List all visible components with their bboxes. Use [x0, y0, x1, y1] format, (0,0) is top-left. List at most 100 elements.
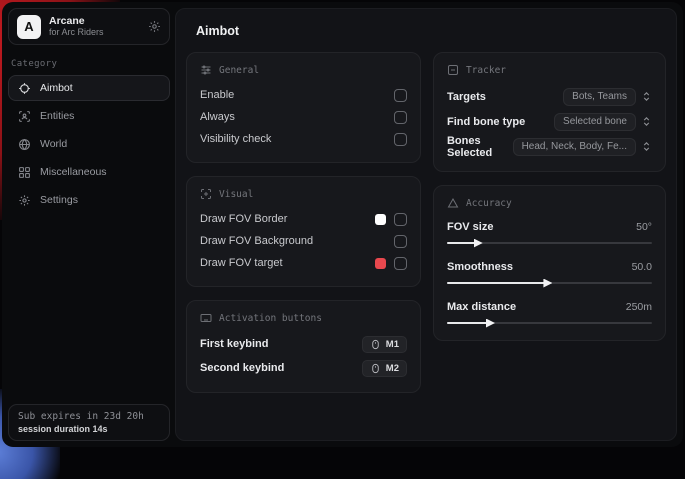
- smoothness-slider[interactable]: [447, 278, 652, 288]
- mouse-icon: [370, 363, 381, 374]
- fov-target-checkbox[interactable]: [394, 257, 407, 270]
- setting-row-fov-target: Draw FOV target: [200, 252, 407, 274]
- globe-icon: [18, 138, 31, 151]
- setting-label: Find bone type: [447, 116, 525, 128]
- setting-row-fov-background: Draw FOV Background: [200, 230, 407, 252]
- unfold-more-icon[interactable]: [641, 116, 652, 127]
- enable-checkbox[interactable]: [394, 89, 407, 102]
- slider-thumb-icon[interactable]: [486, 319, 495, 328]
- app-logo: A: [17, 15, 41, 39]
- sidebar-item-label: Aimbot: [40, 82, 73, 94]
- setting-label: Max distance: [447, 301, 516, 313]
- setting-label: Draw FOV target: [200, 257, 283, 269]
- sidebar-item-world[interactable]: World: [8, 131, 170, 157]
- setting-row-visibility-check: Visibility check: [200, 128, 407, 150]
- card-title: General: [219, 65, 259, 76]
- triangle-icon: [447, 197, 459, 209]
- visual-card: Visual Draw FOV Border Draw FOV Backgrou…: [186, 176, 421, 287]
- setting-row-find-bone-type: Find bone type Selected bone: [447, 109, 652, 134]
- card-title: Visual: [219, 189, 253, 200]
- card-title: Accuracy: [466, 198, 512, 209]
- sidebar-item-aimbot[interactable]: Aimbot: [8, 75, 170, 101]
- sidebar-item-entities[interactable]: Entities: [8, 103, 170, 129]
- slider-thumb-icon[interactable]: [543, 279, 552, 288]
- setting-row-enable: Enable: [200, 84, 407, 106]
- sidebar-item-label: Miscellaneous: [40, 166, 107, 178]
- max-distance-value: 250m: [626, 301, 652, 313]
- setting-label: Draw FOV Background: [200, 235, 313, 247]
- setting-label: Always: [200, 111, 235, 123]
- slider-thumb-icon[interactable]: [474, 239, 483, 248]
- setting-row-always: Always: [200, 106, 407, 128]
- sidebar-nav: Aimbot Entities World Miscellaneous: [8, 75, 170, 213]
- gear-icon[interactable]: [148, 20, 161, 33]
- fov-size-slider[interactable]: [447, 238, 652, 248]
- entities-scan-icon: [18, 110, 31, 123]
- setting-label: Draw FOV Border: [200, 213, 287, 225]
- fov-background-checkbox[interactable]: [394, 235, 407, 248]
- setting-row-first-keybind: First keybind M1: [200, 332, 407, 356]
- sidebar-item-label: World: [40, 138, 67, 150]
- bones-selected-select[interactable]: Head, Neck, Body, Fe...: [513, 138, 636, 156]
- setting-label: FOV size: [447, 221, 493, 233]
- find-bone-type-select[interactable]: Selected bone: [554, 113, 636, 131]
- fov-border-checkbox[interactable]: [394, 213, 407, 226]
- main-panel: Aimbot General Enable: [175, 8, 677, 441]
- fov-border-color-swatch[interactable]: [375, 214, 386, 225]
- setting-label: Smoothness: [447, 261, 513, 273]
- general-card: General Enable Always Visibility check: [186, 52, 421, 163]
- grid-icon: [18, 166, 31, 179]
- crosshair-icon: [18, 82, 31, 95]
- app-subtitle: for Arc Riders: [49, 27, 140, 37]
- unfold-more-icon[interactable]: [641, 141, 652, 152]
- mouse-icon: [370, 339, 381, 350]
- sidebar-item-label: Entities: [40, 110, 74, 122]
- setting-row-fov-size: FOV size 50°: [447, 217, 652, 248]
- sidebar-item-miscellaneous[interactable]: Miscellaneous: [8, 159, 170, 185]
- keybind-value: M2: [386, 363, 399, 374]
- setting-row-fov-border: Draw FOV Border: [200, 208, 407, 230]
- setting-row-targets: Targets Bots, Teams: [447, 84, 652, 109]
- sliders-icon: [200, 64, 212, 76]
- accuracy-card: Accuracy FOV size 50°: [433, 185, 666, 341]
- category-label: Category: [11, 59, 170, 69]
- second-keybind-button[interactable]: M2: [362, 360, 407, 377]
- smoothness-value: 50.0: [632, 261, 652, 273]
- keybind-value: M1: [386, 339, 399, 350]
- fov-size-value: 50°: [636, 221, 652, 233]
- fov-target-color-swatch[interactable]: [375, 258, 386, 269]
- logo-card[interactable]: A Arcane for Arc Riders: [8, 8, 170, 45]
- first-keybind-button[interactable]: M1: [362, 336, 407, 353]
- sidebar: A Arcane for Arc Riders Category Aimbot: [8, 8, 170, 441]
- setting-label: Second keybind: [200, 362, 284, 374]
- visibility-check-checkbox[interactable]: [394, 133, 407, 146]
- unfold-more-icon[interactable]: [641, 91, 652, 102]
- activation-card: Activation buttons First keybind M1 Seco…: [186, 300, 421, 393]
- card-title: Tracker: [466, 65, 506, 76]
- setting-row-bones-selected: Bones Selected Head, Neck, Body, Fe...: [447, 134, 652, 159]
- sub-expires-text: Sub expires in 23d 20h: [18, 411, 160, 422]
- focus-plus-icon: [200, 188, 212, 200]
- sidebar-item-label: Settings: [40, 194, 78, 206]
- setting-label: First keybind: [200, 338, 268, 350]
- setting-label: Bones Selected: [447, 135, 513, 159]
- page-title: Aimbot: [176, 9, 676, 38]
- app-name: Arcane: [49, 15, 140, 27]
- max-distance-slider[interactable]: [447, 318, 652, 328]
- box-minus-icon: [447, 64, 459, 76]
- gear-icon: [18, 194, 31, 207]
- setting-label: Visibility check: [200, 133, 271, 145]
- targets-select[interactable]: Bots, Teams: [563, 88, 636, 106]
- session-duration-text: session duration 14s: [18, 424, 160, 434]
- setting-row-second-keybind: Second keybind M2: [200, 356, 407, 380]
- app-identity: Arcane for Arc Riders: [49, 15, 140, 37]
- setting-row-smoothness: Smoothness 50.0: [447, 257, 652, 288]
- card-title: Activation buttons: [219, 313, 322, 324]
- setting-label: Targets: [447, 91, 486, 103]
- keyboard-icon: [200, 312, 212, 324]
- subscription-card: Sub expires in 23d 20h session duration …: [8, 404, 170, 441]
- always-checkbox[interactable]: [394, 111, 407, 124]
- app-window: A Arcane for Arc Riders Category Aimbot: [2, 2, 683, 447]
- setting-label: Enable: [200, 89, 234, 101]
- sidebar-item-settings[interactable]: Settings: [8, 187, 170, 213]
